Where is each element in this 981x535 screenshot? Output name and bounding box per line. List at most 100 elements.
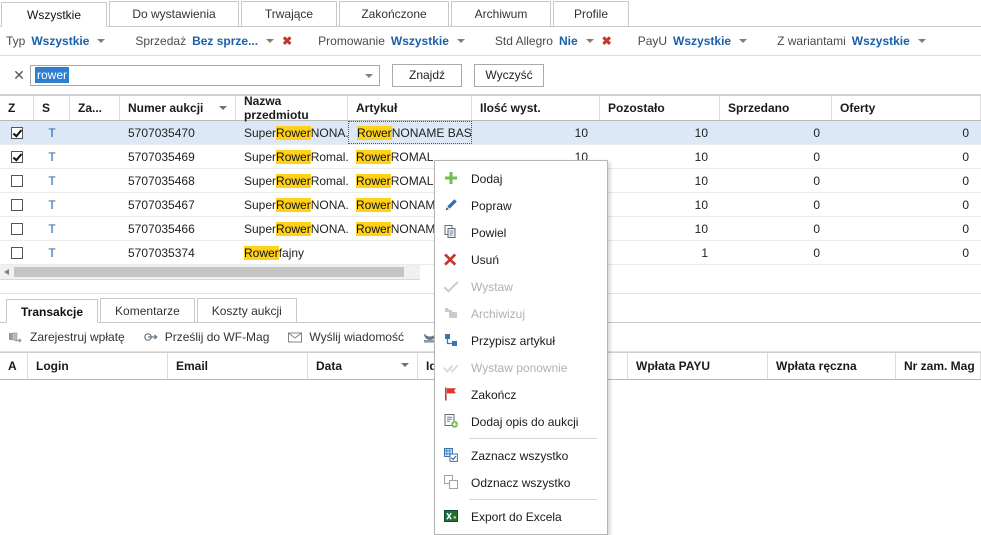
cell-sold: 0 <box>813 197 820 212</box>
column-header-pozostalo[interactable]: Pozostało <box>600 96 720 120</box>
row-checkbox-cell[interactable] <box>0 193 34 216</box>
row-checkbox-cell[interactable] <box>0 217 34 240</box>
text-post: NONA... <box>310 197 348 212</box>
row-checkbox[interactable] <box>11 126 23 139</box>
filter-value[interactable]: Wszystkie <box>31 34 89 48</box>
filter-value[interactable]: Wszystkie <box>673 34 731 48</box>
tab-label: Zakończone <box>361 7 427 21</box>
scrollbar-thumb[interactable] <box>14 267 404 277</box>
tab-wszystkie[interactable]: Wszystkie <box>1 2 107 27</box>
cell-za <box>70 241 120 264</box>
close-icon[interactable]: ✕ <box>8 67 30 84</box>
cell-offers: 0 <box>962 197 969 212</box>
send-icon <box>143 329 159 345</box>
menu-item-label: Popraw <box>471 198 512 213</box>
column-header-numer[interactable]: Numer aukcji <box>120 96 236 120</box>
column-header-za[interactable]: Za... <box>70 96 120 120</box>
clear-filter-icon[interactable]: ✖ <box>282 34 292 48</box>
cell-item-name: Super Rower Romal... <box>236 145 348 168</box>
menu-item-zakocz[interactable]: Zakończ <box>435 381 607 408</box>
search-input[interactable]: rower <box>30 64 380 86</box>
filter-value[interactable]: Wszystkie <box>391 34 449 48</box>
row-checkbox-cell[interactable] <box>0 169 34 192</box>
row-checkbox[interactable] <box>11 174 23 187</box>
table-row[interactable]: T5707035470Super Rower NONA...Rower NONA… <box>0 121 981 145</box>
menu-item-label: Przypisz artykuł <box>471 333 556 348</box>
clear-filter-icon[interactable]: ✖ <box>602 34 612 48</box>
chevron-down-icon[interactable] <box>365 73 373 78</box>
menu-item-przypisz-artyku[interactable]: Przypisz artykuł <box>435 327 607 354</box>
column-header-z[interactable]: Z <box>0 96 34 120</box>
tab-do-wystawienia[interactable]: Do wystawienia <box>109 1 239 26</box>
transactions-column-email[interactable]: Email <box>168 353 308 379</box>
column-header-oferty[interactable]: Oferty <box>832 96 981 120</box>
menu-item-label: Odznacz wszystko <box>471 475 571 490</box>
column-header-artykul[interactable]: Artykuł <box>348 96 472 120</box>
column-header-ilosc[interactable]: Ilość wyst. <box>472 96 600 120</box>
toolbar-register-payment[interactable]: Zarejestruj wpłatę <box>8 329 125 345</box>
detail-tab-transakcje[interactable]: Transakcje <box>6 299 99 323</box>
tab-profile[interactable]: Profile <box>553 1 629 26</box>
add-description-icon <box>443 413 461 431</box>
row-checkbox-cell[interactable] <box>0 241 34 264</box>
status-letter: T <box>48 173 56 188</box>
tab-archiwum[interactable]: Archiwum <box>451 1 551 26</box>
chevron-down-icon[interactable] <box>266 39 275 43</box>
filter-value[interactable]: Wszystkie <box>852 34 910 48</box>
row-checkbox[interactable] <box>11 150 23 163</box>
detail-tab-koszty-aukcji[interactable]: Koszty aukcji <box>196 298 297 322</box>
search-highlight: Rower <box>276 221 311 236</box>
chevron-down-icon[interactable] <box>739 39 748 43</box>
transactions-column-login[interactable]: Login <box>28 353 168 379</box>
transactions-column-wpłata-payu[interactable]: Wpłata PAYU <box>628 353 768 379</box>
filter-value[interactable]: Nie <box>559 34 578 48</box>
row-checkbox[interactable] <box>11 222 23 235</box>
scroll-left-arrow-icon[interactable] <box>4 269 9 275</box>
find-button[interactable]: Znajdź <box>392 63 462 87</box>
chevron-down-icon[interactable] <box>585 39 594 43</box>
row-checkbox-cell[interactable] <box>0 121 34 144</box>
column-header-sprzedano[interactable]: Sprzedano <box>720 96 832 120</box>
transactions-column-a[interactable]: A <box>0 353 28 379</box>
row-checkbox[interactable] <box>11 198 23 211</box>
tab-zakończone[interactable]: Zakończone <box>339 1 449 26</box>
clear-button[interactable]: Wyczyść <box>474 63 544 87</box>
text-post: fajny <box>278 245 305 260</box>
context-menu[interactable]: Dodaj Popraw Powiel Usuń Wystaw Archiwizuj Prz… <box>434 160 608 535</box>
menu-item-zaznacz-wszystko[interactable]: Zaznacz wszystko <box>435 442 607 469</box>
menu-item-usu[interactable]: Usuń <box>435 246 607 273</box>
filter-value[interactable]: Bez sprze... <box>192 34 258 48</box>
toolbar-envelope[interactable]: Wyślij wiadomość <box>287 329 404 345</box>
row-checkbox[interactable] <box>11 246 23 259</box>
menu-item-popraw[interactable]: Popraw <box>435 192 607 219</box>
horizontal-scrollbar[interactable] <box>0 265 420 280</box>
detail-tab-komentarze[interactable]: Komentarze <box>100 298 195 322</box>
chevron-down-icon[interactable] <box>917 39 926 43</box>
deselect-all-icon <box>443 474 461 492</box>
menu-item-export-do-excela[interactable]: Export do Excela <box>435 503 607 530</box>
menu-item-odznacz-wszystko[interactable]: Odznacz wszystko <box>435 469 607 496</box>
transactions-column-nr-zam-mag[interactable]: Nr zam. Mag <box>896 353 981 379</box>
filter-bar: Typ Wszystkie Sprzedaż Bez sprze... ✖ Promowa… <box>0 27 981 56</box>
column-header-s[interactable]: S <box>34 96 70 120</box>
column-header-nazwa[interactable]: Nazwa przedmiotu <box>236 94 348 122</box>
filter-label: Z wariantami <box>777 34 846 48</box>
menu-item-powiel[interactable]: Powiel <box>435 219 607 246</box>
status-letter: T <box>48 149 56 164</box>
tab-trwające[interactable]: Trwające <box>241 1 337 26</box>
row-checkbox-cell[interactable] <box>0 145 34 168</box>
transactions-column-data[interactable]: Data <box>308 353 418 379</box>
chevron-down-icon[interactable] <box>97 39 106 43</box>
sort-indicator-icon[interactable] <box>219 106 227 110</box>
menu-separator <box>469 438 597 439</box>
chevron-down-icon[interactable] <box>456 39 465 43</box>
menu-item-dodaj[interactable]: Dodaj <box>435 165 607 192</box>
menu-item-dodaj-opis-do-aukcji[interactable]: Dodaj opis do aukcji <box>435 408 607 435</box>
sort-indicator-icon[interactable] <box>401 363 409 367</box>
status-letter: T <box>48 125 56 140</box>
toolbar-send[interactable]: Prześlij do WF-Mag <box>143 329 269 345</box>
tab-label: Wszystkie <box>27 8 81 22</box>
menu-item-archiwizuj: Archiwizuj <box>435 300 607 327</box>
column-header-label: Sprzedano <box>728 101 790 115</box>
transactions-column-wpłata-ręczna[interactable]: Wpłata ręczna <box>768 353 896 379</box>
